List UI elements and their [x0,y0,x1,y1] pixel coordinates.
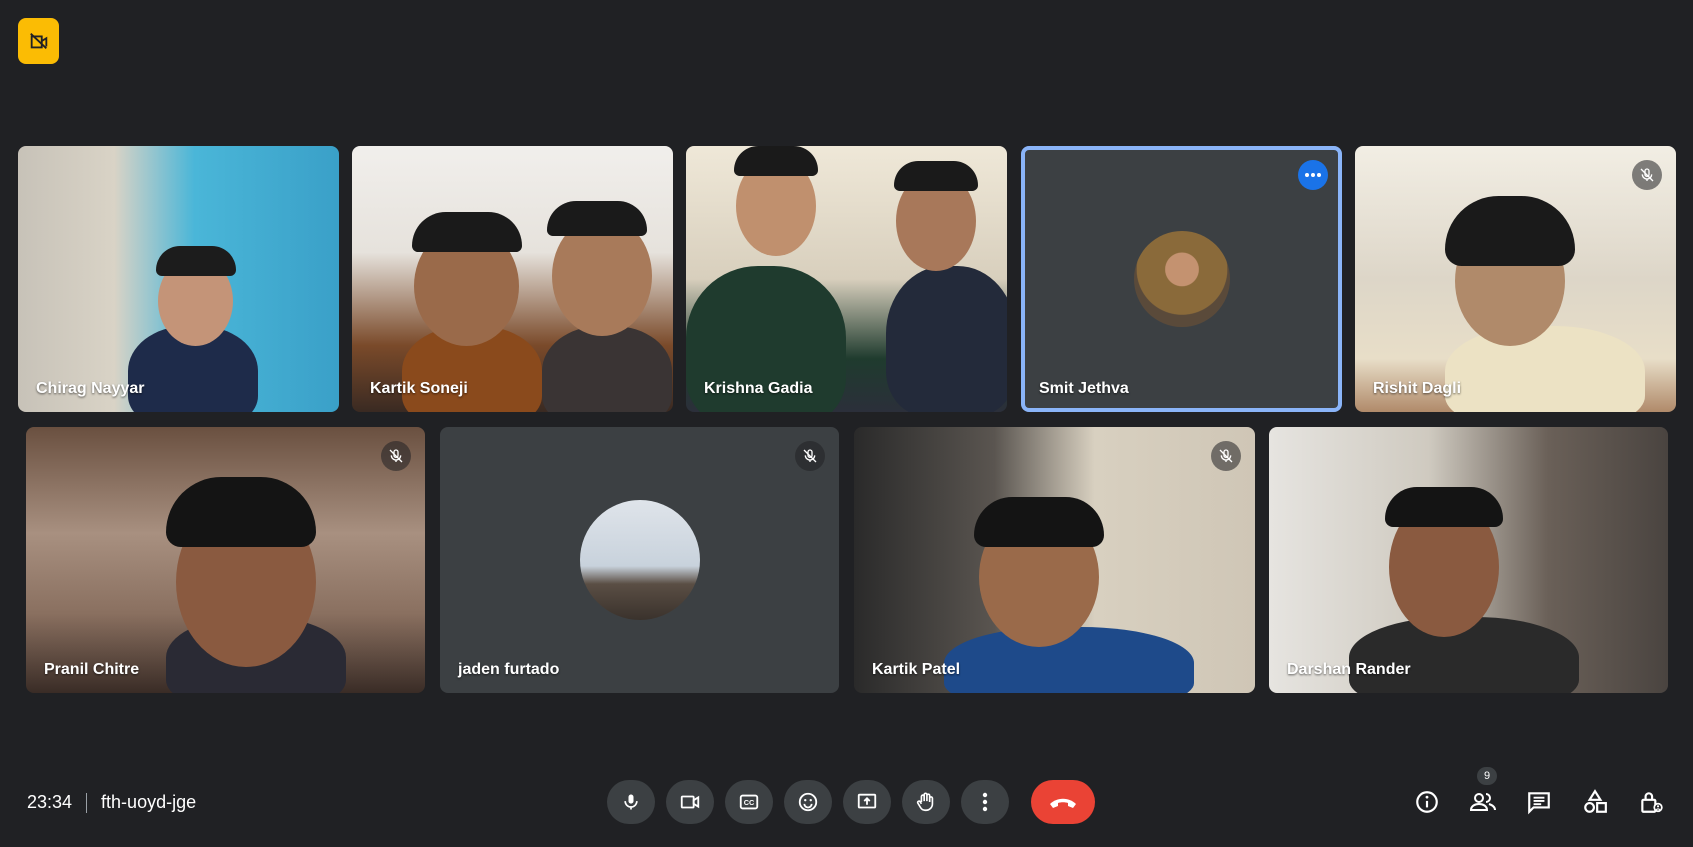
end-call-button[interactable] [1031,780,1095,824]
camera-icon [679,791,701,813]
chat-icon [1526,789,1552,815]
call-controls: CC [607,780,1095,824]
participant-tile[interactable]: Kartik Soneji [352,146,673,412]
mic-off-icon [381,441,411,471]
recording-badge[interactable] [18,18,59,64]
participant-tile[interactable]: Krishna Gadia [686,146,1007,412]
svg-text:CC: CC [744,798,755,807]
captions-button[interactable]: CC [725,780,773,824]
avatar [579,500,700,620]
meeting-code: fth-uoyd-jge [101,792,197,812]
participant-name: Smit Jethva [1039,380,1129,397]
people-icon [1469,789,1497,815]
participant-tile-active[interactable]: Smit Jethva [1021,146,1342,412]
more-options-icon [982,792,988,812]
participant-name: Krishna Gadia [704,380,813,397]
host-controls-button[interactable] [1631,782,1671,822]
divider [86,792,88,813]
activities-icon [1582,789,1608,815]
raise-hand-icon [915,791,937,813]
avatar [1133,231,1230,327]
people-button[interactable]: 9 [1463,767,1503,822]
mic-off-icon [1211,441,1241,471]
present-screen-icon [856,791,878,813]
participant-name: Pranil Chitre [44,661,140,678]
meeting-info: 23:34 fth-uoyd-jge [27,792,196,813]
participant-tile[interactable]: Chirag Nayyar [18,146,339,412]
meeting-details-button[interactable] [1407,782,1447,822]
host-controls-icon [1638,789,1664,815]
info-icon [1414,789,1440,815]
people-count-badge: 9 [1477,767,1497,785]
emoji-button[interactable] [784,780,832,824]
captions-icon: CC [738,791,760,813]
participant-tile[interactable]: Darshan Rander [1269,427,1668,693]
no-video-recording-icon [28,30,50,52]
camera-button[interactable] [666,780,714,824]
meeting-time: 23:34 [27,792,73,812]
participant-name: Kartik Soneji [370,380,468,397]
mic-off-icon [795,441,825,471]
more-options-icon[interactable] [1298,160,1328,190]
participant-name: Rishit Dagli [1373,380,1462,397]
side-panel-toggles: 9 [1407,767,1671,822]
more-options-button[interactable] [961,780,1009,824]
participant-name: Kartik Patel [872,661,961,678]
participant-name: Chirag Nayyar [36,380,145,397]
participant-tile[interactable]: jaden furtado [440,427,839,693]
participant-tile[interactable]: Pranil Chitre [26,427,425,693]
end-call-icon [1048,794,1078,810]
chat-button[interactable] [1519,782,1559,822]
emoji-icon [797,791,819,813]
participant-tile[interactable]: Rishit Dagli [1355,146,1676,412]
activities-button[interactable] [1575,782,1615,822]
microphone-icon [621,792,641,812]
microphone-button[interactable] [607,780,655,824]
mic-off-icon [1632,160,1662,190]
raise-hand-button[interactable] [902,780,950,824]
present-screen-button[interactable] [843,780,891,824]
participant-tile[interactable]: Kartik Patel [854,427,1255,693]
participant-name: Darshan Rander [1287,661,1411,678]
participant-name: jaden furtado [458,661,560,678]
